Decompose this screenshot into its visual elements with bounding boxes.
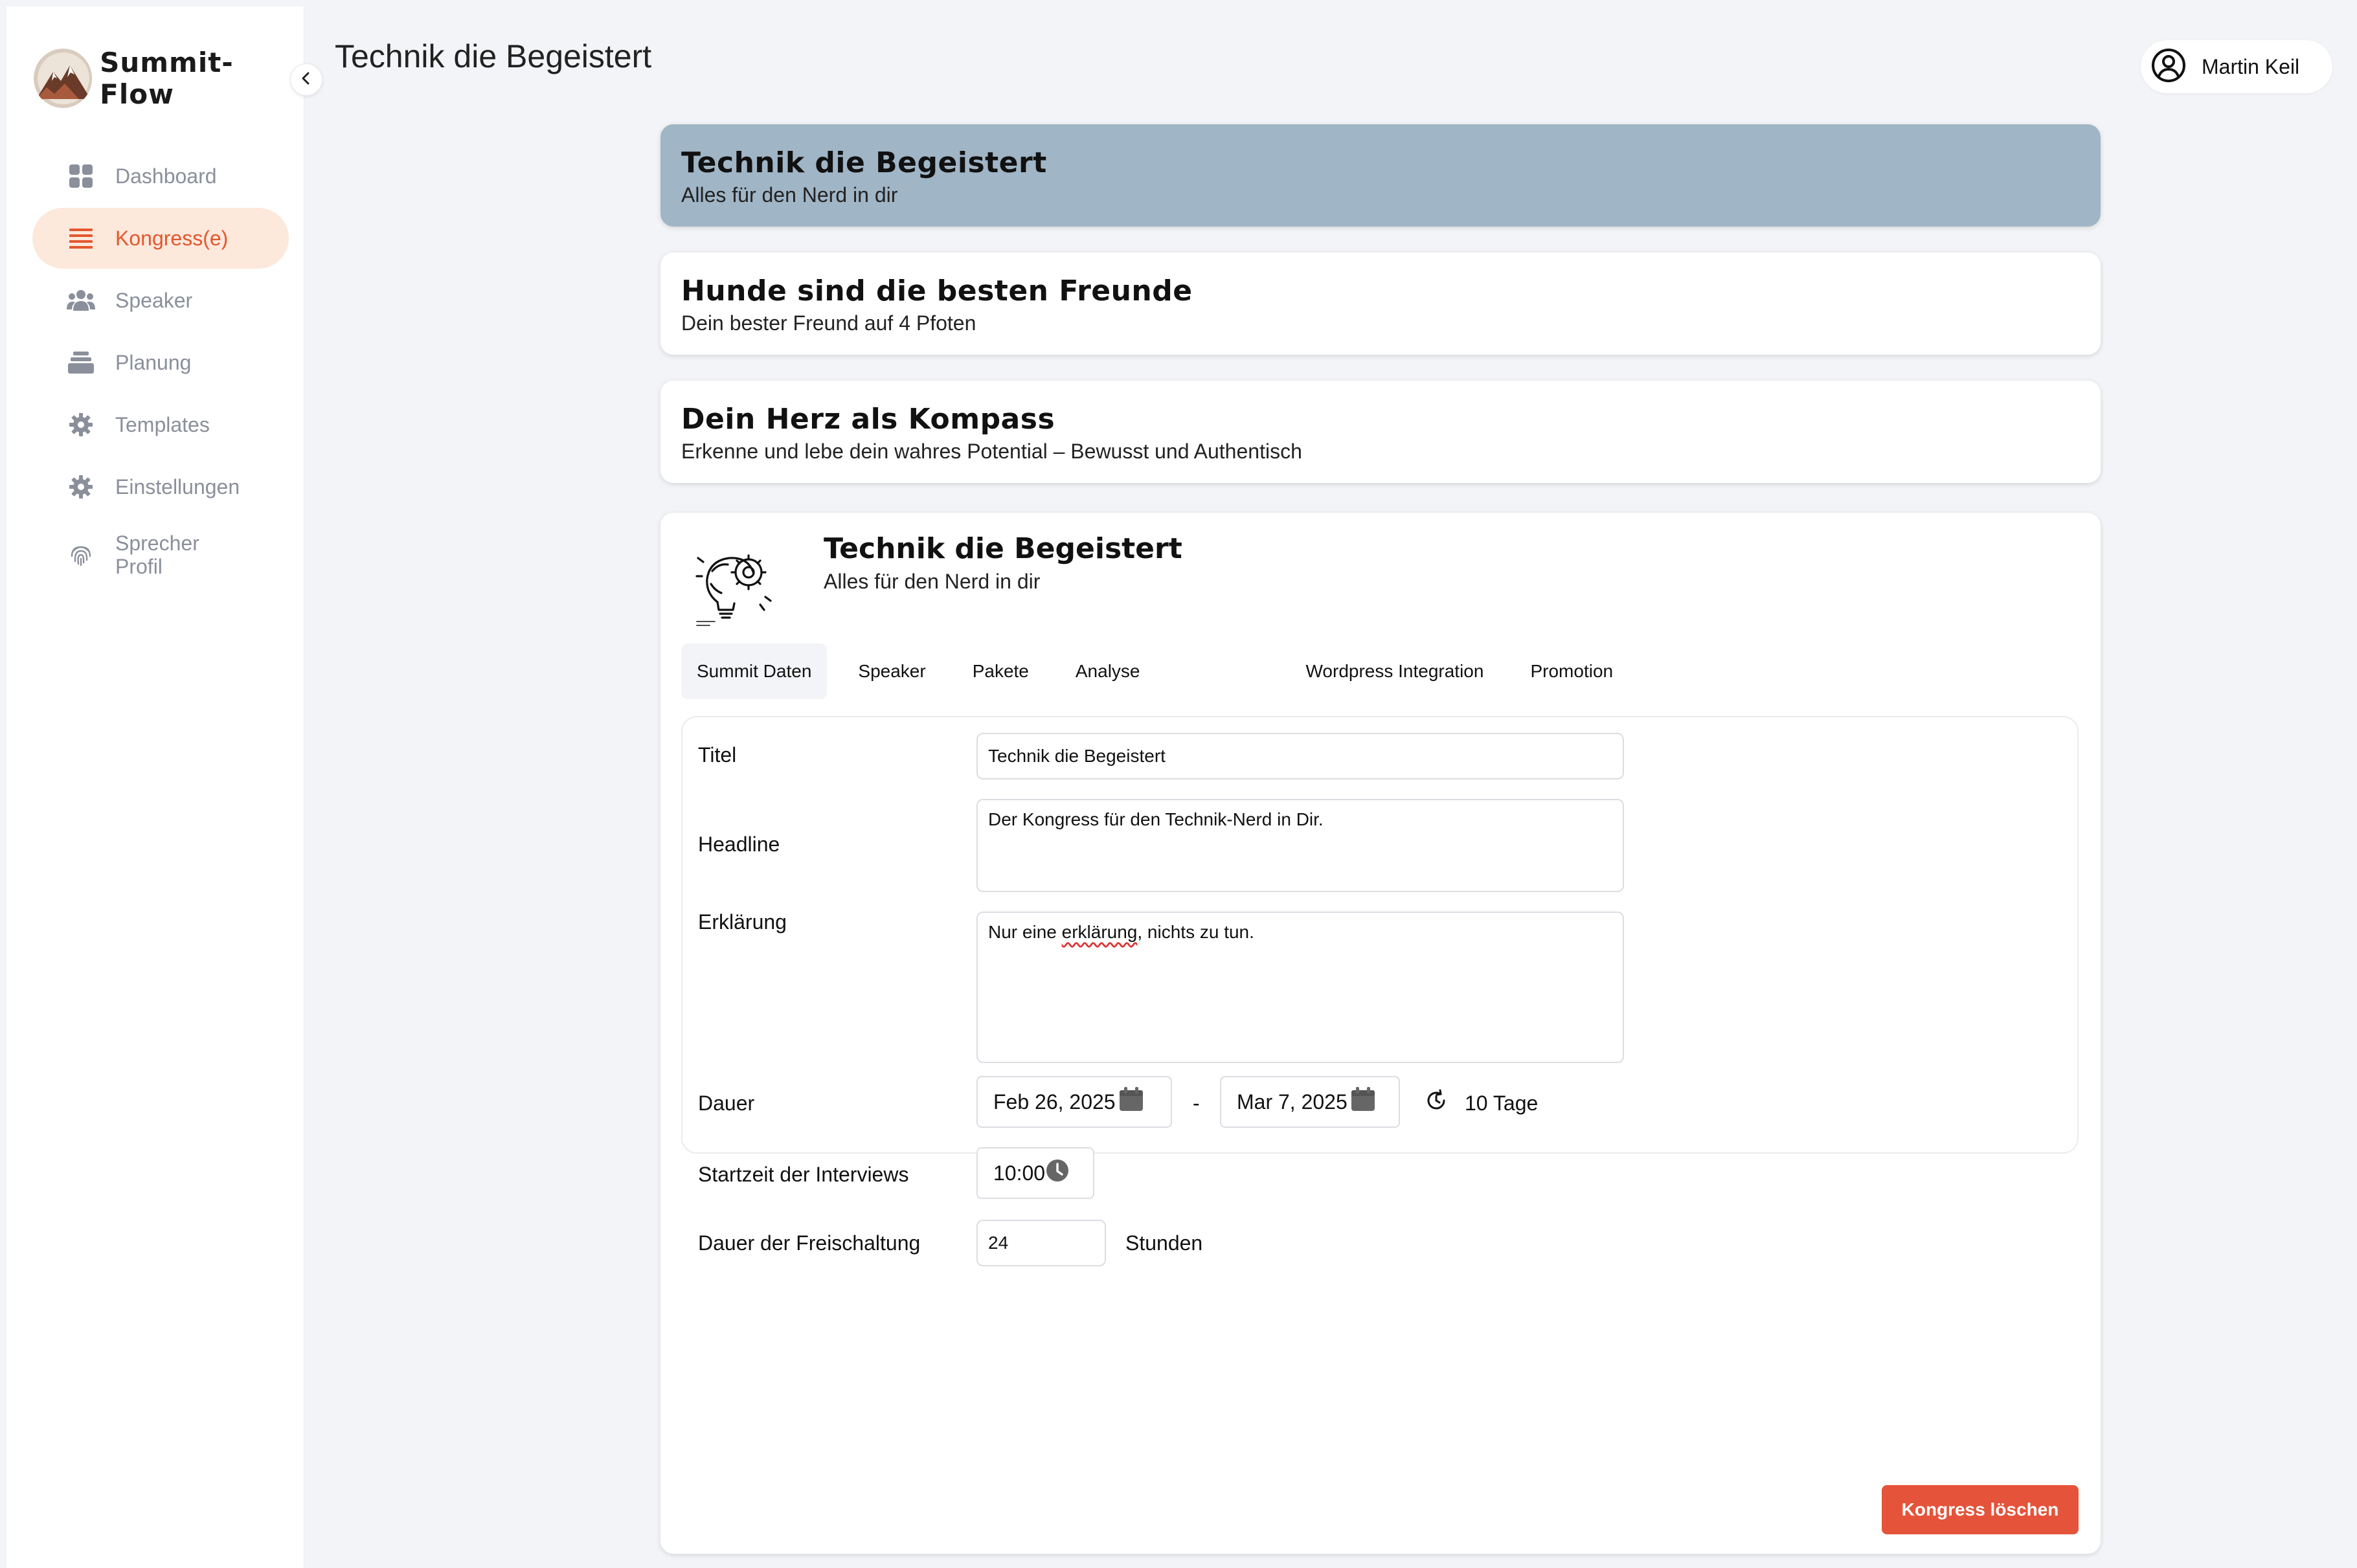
start-date-value: Feb 26, 2025	[993, 1090, 1116, 1114]
gear-icon	[66, 410, 96, 440]
sidebar-item-templates[interactable]: Templates	[32, 394, 289, 455]
sidebar-item-sprecher-profil[interactable]: Sprecher Profil	[32, 519, 289, 591]
sidebar-item-planung[interactable]: Planung	[32, 332, 289, 393]
congress-card-title: Hunde sind die besten Freunde	[681, 274, 1193, 308]
clock-icon[interactable]	[1045, 1158, 1070, 1188]
sidebar: Summit-Flow Dashboard Kongress(e) Speake…	[6, 6, 322, 1568]
user-avatar-icon	[2151, 48, 2186, 86]
congress-card[interactable]: Technik die Begeistert Alles für den Ner…	[660, 124, 2101, 227]
tab-speaker[interactable]: Speaker	[842, 644, 941, 699]
dauer-label: Dauer	[698, 1092, 755, 1115]
calendar-icon[interactable]	[1350, 1086, 1376, 1117]
sidebar-item-label: Dashboard	[115, 164, 217, 188]
delete-congress-button[interactable]: Kongress löschen	[1882, 1485, 2079, 1534]
misspelled-word: erklärung	[1061, 922, 1138, 942]
sidebar-item-label: Planung	[115, 350, 192, 374]
sidebar-item-dashboard[interactable]: Dashboard	[32, 146, 289, 207]
duration-text: 10 Tage	[1465, 1091, 1539, 1115]
erklaerung-text: Nur eine	[988, 922, 1062, 942]
startzeit-value: 10:00	[993, 1161, 1046, 1185]
start-date-picker[interactable]: Feb 26, 2025	[976, 1076, 1172, 1128]
tab-promotion[interactable]: Promotion	[1515, 644, 1629, 699]
sidebar-item-einstellungen[interactable]: Einstellungen	[32, 456, 289, 517]
tab-summit-daten[interactable]: Summit Daten	[681, 644, 828, 699]
titel-label: Titel	[698, 743, 737, 767]
chevron-left-icon	[299, 69, 313, 90]
freischaltung-input[interactable]: 24	[976, 1220, 1106, 1266]
sidebar-item-label: Kongress(e)	[115, 226, 229, 250]
congress-card-title: Dein Herz als Kompass	[681, 403, 1055, 436]
mountain-logo-icon	[34, 49, 93, 108]
tab-analyse[interactable]: Analyse	[1060, 644, 1156, 699]
refresh-clock-icon	[1425, 1089, 1448, 1117]
erklaerung-text: , nichts zu tun.	[1137, 922, 1254, 942]
startzeit-label: Startzeit der Interviews	[698, 1163, 909, 1186]
page-title: Technik die Begeistert	[335, 38, 652, 74]
user-name: Martin Keil	[2202, 54, 2300, 78]
sidebar-item-label: Speaker	[115, 288, 193, 312]
list-icon	[66, 223, 96, 253]
congress-card-subtitle: Dein bester Freund auf 4 Pfoten	[681, 311, 976, 335]
titel-input[interactable]: Technik die Begeistert	[976, 733, 1624, 779]
dashboard-grid-icon	[66, 161, 96, 191]
end-date-value: Mar 7, 2025	[1237, 1090, 1348, 1114]
fingerprint-icon	[66, 540, 96, 570]
congress-card[interactable]: Dein Herz als Kompass Erkenne und lebe d…	[660, 381, 2101, 483]
headline-textarea[interactable]: Der Kongress für den Technik-Nerd in Dir…	[976, 799, 1624, 892]
date-range-separator: -	[1193, 1092, 1200, 1115]
startzeit-time-picker[interactable]: 10:00	[976, 1147, 1094, 1199]
tab-wordpress-integration[interactable]: Wordpress Integration	[1291, 644, 1500, 699]
sidebar-item-label: Sprecher Profil	[115, 532, 199, 578]
sidebar-item-speaker[interactable]: Speaker	[32, 270, 289, 331]
detail-tabs: Summit Daten Speaker Pakete Analyse Word…	[681, 644, 1629, 699]
summit-data-form: Titel Technik die Begeistert Headline De…	[681, 716, 2079, 1266]
freischaltung-unit: Stunden	[1125, 1231, 1203, 1255]
calendar-icon[interactable]	[1118, 1086, 1144, 1117]
headline-label: Headline	[698, 833, 780, 856]
congress-card[interactable]: Hunde sind die besten Freunde Dein beste…	[660, 252, 2101, 355]
sidebar-nav: Dashboard Kongress(e) Speaker Planung Te…	[32, 146, 289, 592]
erklaerung-textarea[interactable]: Nur eine erklärung, nichts zu tun.	[976, 912, 1624, 1063]
congress-card-title: Technik die Begeistert	[681, 146, 1047, 179]
gear-icon	[66, 472, 96, 502]
detail-title: Technik die Begeistert	[824, 532, 1182, 565]
app-logo[interactable]: Summit-Flow	[34, 47, 304, 110]
sidebar-item-label: Einstellungen	[115, 475, 240, 498]
erklaerung-label: Erklärung	[698, 910, 787, 934]
detail-subtitle: Alles für den Nerd in dir	[824, 570, 1041, 593]
sidebar-item-kongresse[interactable]: Kongress(e)	[32, 208, 289, 269]
collapse-sidebar-button[interactable]	[290, 63, 322, 96]
end-date-picker[interactable]: Mar 7, 2025	[1220, 1076, 1400, 1128]
duration-display: 10 Tage	[1425, 1089, 1538, 1117]
congress-card-subtitle: Erkenne und lebe dein wahres Potential –…	[681, 440, 1302, 463]
people-icon	[66, 286, 96, 315]
app-name: Summit-Flow	[100, 47, 234, 110]
tab-pakete[interactable]: Pakete	[957, 644, 1044, 699]
congress-detail-panel: Technik die Begeistert Alles für den Ner…	[660, 513, 2101, 1554]
sidebar-item-label: Templates	[115, 412, 210, 436]
layers-icon	[66, 348, 96, 377]
congress-card-subtitle: Alles für den Nerd in dir	[681, 183, 898, 207]
freischaltung-label: Dauer der Freischaltung	[698, 1231, 921, 1255]
user-menu[interactable]: Martin Keil	[2141, 40, 2332, 93]
lightbulb-gear-icon	[693, 545, 777, 629]
